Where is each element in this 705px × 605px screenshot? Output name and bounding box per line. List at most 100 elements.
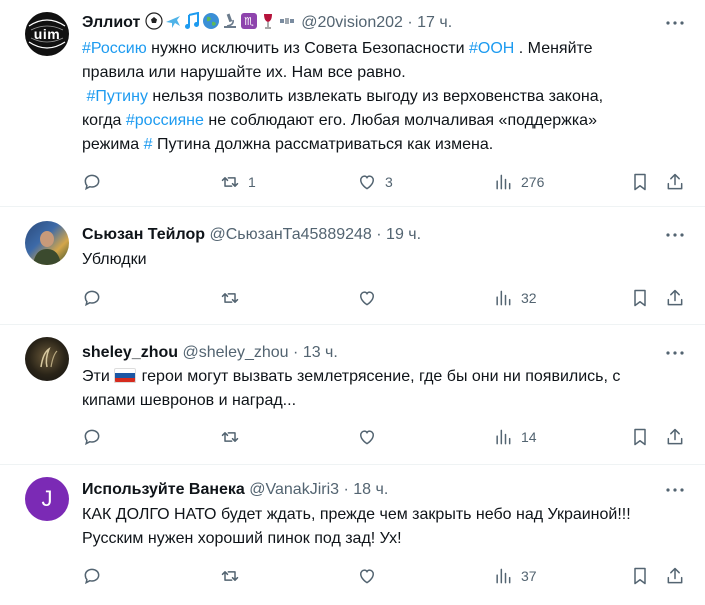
reply-button[interactable] xyxy=(82,285,110,311)
text-segment: нельзя позволить извлекать выгоду из вер… xyxy=(147,88,604,105)
text-segment: нужно исключить из Совета Безопасности xyxy=(146,40,469,57)
wine-glass-icon xyxy=(263,14,272,29)
avatar[interactable] xyxy=(25,337,69,381)
user-handle[interactable]: @20vision202 xyxy=(301,14,403,31)
tweet-text-line: #Путину нельзя позволить извлекать выгод… xyxy=(82,85,685,109)
bookmark-button[interactable] xyxy=(630,169,650,195)
bookmark-button[interactable] xyxy=(630,563,650,589)
avatar[interactable]: J xyxy=(25,477,69,521)
like-button[interactable]: 3 xyxy=(357,169,393,195)
dark-photo-icon xyxy=(40,347,58,368)
tweet-header: sheley_zhou @sheley_zhou · 13 ч. xyxy=(82,342,655,364)
tweet-header: Эллиот ♏ @20vision202 · 17 ч. xyxy=(82,12,655,34)
share-button[interactable] xyxy=(665,424,685,450)
display-name[interactable]: Используйте Ванека xyxy=(82,481,245,498)
view-count: 37 xyxy=(521,568,537,584)
hashtag-link[interactable]: #Путину xyxy=(86,88,148,105)
text-segment: . Меняйте xyxy=(514,40,593,57)
share-button[interactable] xyxy=(665,285,685,311)
scorpio-icon: ♏ xyxy=(240,13,257,29)
retweet-button[interactable] xyxy=(220,424,248,450)
views-bar-chart-icon xyxy=(496,174,511,190)
tweet-header: Сьюзан Тейлор @СьюзанТа45889248 · 19 ч. xyxy=(82,224,655,246)
views-button[interactable]: 276 xyxy=(493,169,544,195)
music-notes-icon xyxy=(184,12,199,29)
user-handle[interactable]: @VanakJiri3 xyxy=(249,481,339,498)
tweet-text: КАК ДОЛГО НАТО будет ждать, прежде чем з… xyxy=(82,503,685,551)
more-options-icon[interactable] xyxy=(663,342,687,364)
action-bar: 32 xyxy=(0,285,705,311)
avatar-logo-text: uim xyxy=(33,26,61,42)
display-name[interactable]: Эллиот xyxy=(82,14,140,31)
share-icon xyxy=(667,289,683,306)
hashtag-link[interactable]: # xyxy=(144,136,153,153)
tweet-text-line: Эти герои могут вызвать землетрясение, г… xyxy=(82,365,685,389)
tweet[interactable]: uim Эллиот ♏ @20vision202 · 17 ч. #Росси… xyxy=(0,0,705,207)
timestamp[interactable]: 17 ч. xyxy=(417,14,452,31)
like-count: 3 xyxy=(385,174,393,190)
like-button[interactable] xyxy=(357,285,385,311)
tweet-text-line: КАК ДОЛГО НАТО будет ждать, прежде чем з… xyxy=(82,503,685,527)
reply-button[interactable] xyxy=(82,169,110,195)
like-button[interactable] xyxy=(357,424,385,450)
views-button[interactable]: 37 xyxy=(493,563,537,589)
tweet[interactable]: sheley_zhou @sheley_zhou · 13 ч. Эти гер… xyxy=(0,325,705,465)
text-segment: Русским нужен хороший пинок под зад! Ух! xyxy=(82,530,402,547)
bookmark-icon xyxy=(634,567,646,585)
microscope-icon xyxy=(223,13,236,28)
avatar[interactable]: uim xyxy=(25,12,69,56)
tweet-text-line: режима # Путина должна рассматриваться к… xyxy=(82,133,685,157)
user-handle[interactable]: @sheley_zhou xyxy=(182,344,288,361)
bookmark-button[interactable] xyxy=(630,285,650,311)
like-button[interactable] xyxy=(357,563,385,589)
share-button[interactable] xyxy=(665,563,685,589)
tweet-text-line: #Россию нужно исключить из Совета Безопа… xyxy=(82,37,685,61)
timestamp[interactable]: 19 ч. xyxy=(386,226,421,243)
heart-icon xyxy=(359,430,375,445)
separator-dot: · xyxy=(407,14,413,31)
share-button[interactable] xyxy=(665,169,685,195)
tweet-text: Ублюдки xyxy=(82,248,685,272)
bookmark-icon xyxy=(634,289,646,307)
tweet-text-line: Русским нужен хороший пинок под зад! Ух! xyxy=(82,527,685,551)
hashtag-link[interactable]: #ООН xyxy=(469,40,514,57)
text-segment: когда xyxy=(82,112,126,129)
russia-flag-icon xyxy=(114,368,137,383)
soccer-ball-icon xyxy=(145,12,163,30)
heart-icon xyxy=(359,569,375,584)
more-options-icon[interactable] xyxy=(663,12,687,34)
timestamp[interactable]: 18 ч. xyxy=(353,481,388,498)
person-photo-icon xyxy=(33,231,61,265)
reply-button[interactable] xyxy=(82,563,110,589)
bookmark-button[interactable] xyxy=(630,424,650,450)
views-bar-chart-icon xyxy=(496,429,511,445)
reply-icon xyxy=(84,174,100,191)
display-name[interactable]: sheley_zhou xyxy=(82,344,178,361)
timestamp[interactable]: 13 ч. xyxy=(303,344,338,361)
tweet-text-line: когда #россияне не соблюдают его. Любая … xyxy=(82,109,685,133)
views-button[interactable]: 32 xyxy=(493,285,537,311)
hashtag-link[interactable]: #Россию xyxy=(82,40,147,57)
reply-button[interactable] xyxy=(82,424,110,450)
retweet-button[interactable] xyxy=(220,285,248,311)
views-button[interactable]: 14 xyxy=(493,424,537,450)
action-bar: 14 xyxy=(0,424,705,450)
user-handle[interactable]: @СьюзанТа45889248 xyxy=(209,226,371,243)
separator-dot: · xyxy=(376,226,382,243)
tweet[interactable]: Сьюзан Тейлор @СьюзанТа45889248 · 19 ч. … xyxy=(0,207,705,325)
share-icon xyxy=(667,567,683,584)
retweet-button[interactable]: 1 xyxy=(220,169,256,195)
hashtag-link[interactable]: #россияне xyxy=(126,112,204,129)
tweet-text-line: Ублюдки xyxy=(82,248,685,272)
tweet[interactable]: J Используйте Ванека @VanakJiri3 · 18 ч.… xyxy=(0,465,705,605)
view-count: 276 xyxy=(521,174,545,190)
more-options-icon[interactable] xyxy=(663,479,687,501)
display-name[interactable]: Сьюзан Тейлор xyxy=(82,226,205,243)
text-segment: герои могут вызвать землетрясение, где б… xyxy=(137,368,621,385)
avatar[interactable] xyxy=(25,221,69,265)
retweet-button[interactable] xyxy=(220,563,248,589)
satellite-icon xyxy=(279,18,294,24)
more-options-icon[interactable] xyxy=(663,224,687,246)
action-bar: 1 3 276 xyxy=(0,169,705,195)
view-count: 32 xyxy=(521,290,537,306)
